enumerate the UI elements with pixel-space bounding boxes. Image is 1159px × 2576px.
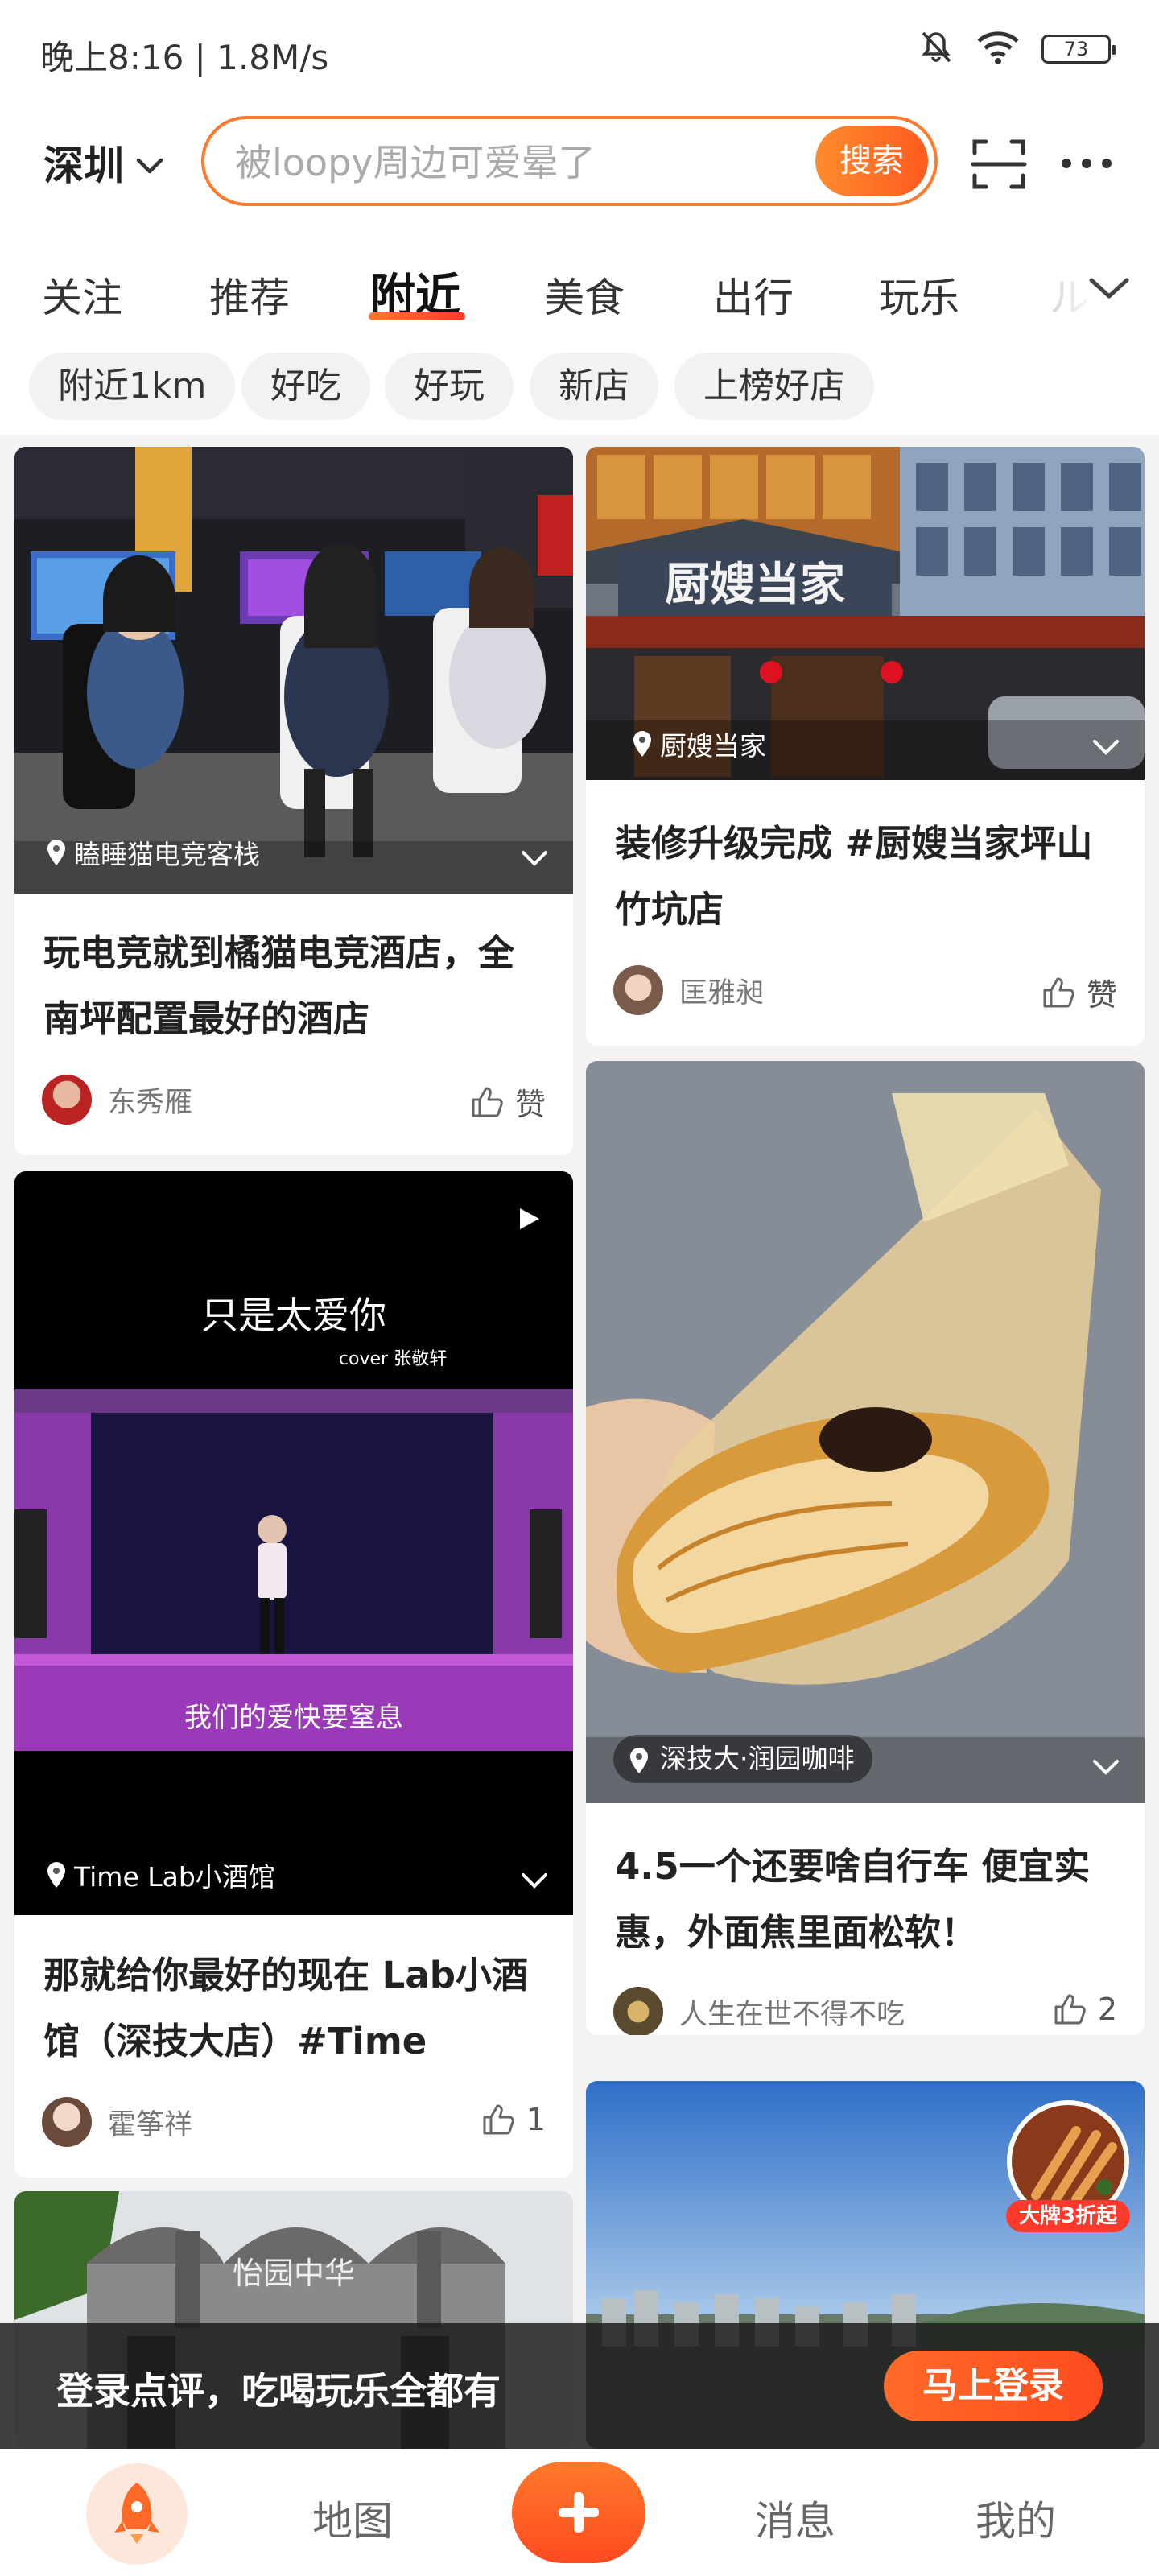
poi-label[interactable]: 瞌睡猫电竞客栈	[47, 833, 260, 872]
tab-fun[interactable]: 玩乐	[879, 266, 959, 324]
like-button[interactable]: 赞	[470, 1080, 546, 1124]
tab-food[interactable]: 美食	[544, 266, 625, 324]
location-pin-icon	[47, 840, 65, 865]
poi-name: 深技大·润园咖啡	[660, 1743, 855, 1774]
avatar	[613, 965, 663, 1015]
more-icon[interactable]	[1058, 135, 1115, 195]
card-title[interactable]: 那就给你最好的现在 Lab小酒馆（深技大店）#Time	[43, 1942, 549, 2074]
poi-name: 厨嫂当家	[660, 730, 766, 762]
feed-card-timelab[interactable]: 只是太爱你 cover 张敬轩 我们的爱快要窒息 Time Lab小酒馆 那就给…	[14, 1171, 573, 2178]
location-pin-icon	[630, 1748, 648, 1773]
card-author[interactable]: 人生在世不得不吃	[613, 1987, 905, 2035]
location-pin-icon	[633, 731, 651, 757]
card-image	[14, 447, 573, 894]
scan-icon[interactable]	[970, 135, 1028, 196]
chevron-down-icon[interactable]	[520, 849, 549, 870]
battery-icon: 73	[1041, 35, 1116, 64]
author-name: 人生在世不得不吃	[679, 1998, 905, 2031]
nav-map[interactable]: 地图	[312, 2489, 393, 2547]
filter-chip-fun[interactable]: 好玩	[385, 353, 514, 420]
like-count: 1	[526, 2102, 546, 2137]
poi-label[interactable]: Time Lab小酒馆	[47, 1856, 275, 1894]
tab-follow[interactable]: 关注	[42, 266, 122, 324]
play-icon[interactable]	[517, 1207, 541, 1234]
poi-label[interactable]: 厨嫂当家	[633, 724, 766, 763]
search-bar: 搜索	[201, 116, 938, 206]
like-button[interactable]: 1	[481, 2102, 546, 2137]
chevron-down-icon	[135, 139, 164, 186]
like-button[interactable]: 2	[1053, 1992, 1117, 2027]
author-name: 匡雅昶	[679, 976, 765, 1009]
tab-travel[interactable]: 出行	[713, 266, 794, 324]
expand-tabs-icon[interactable]	[1087, 272, 1132, 308]
card-image: 只是太爱你 cover 张敬轩 我们的爱快要窒息	[14, 1171, 573, 1915]
avatar	[613, 1987, 663, 2035]
card-title[interactable]: 装修升级完成 #厨嫂当家坪山竹坑店	[615, 811, 1120, 943]
thumb-up-icon	[483, 2104, 514, 2135]
active-tab-indicator	[369, 312, 465, 320]
location-pin-icon	[47, 1862, 65, 1888]
mute-bell-icon	[918, 29, 955, 69]
thumb-up-icon	[1054, 1994, 1086, 2025]
header-area: 晚上8:16 | 1.8M/s 73 深圳 搜索 关注 推荐 附近 美食 出行 …	[0, 0, 1159, 435]
city-selector[interactable]: 深圳	[43, 134, 164, 192]
video-lyric-bottom: 我们的爱快要窒息	[184, 1702, 403, 1734]
thumb-up-icon	[1043, 977, 1074, 1007]
promo-badge[interactable]: 大牌3折起	[1000, 2099, 1136, 2235]
avatar	[42, 2097, 92, 2147]
chevron-down-icon[interactable]	[1091, 738, 1120, 759]
poi-label[interactable]: 深技大·润园咖啡	[613, 1735, 872, 1783]
card-author[interactable]: 匡雅昶	[613, 965, 764, 1015]
bottom-nav: 地图 消息 我的	[0, 2449, 1159, 2576]
video-lyric-top: 只是太爱你	[201, 1294, 386, 1337]
like-count: 赞	[514, 1087, 546, 1122]
filter-chip-tasty[interactable]: 好吃	[241, 353, 370, 420]
rocket-icon	[114, 2483, 159, 2544]
nav-publish-button[interactable]	[512, 2462, 645, 2563]
filter-chip-new-store[interactable]: 新店	[530, 353, 658, 420]
author-name: 东秀雁	[108, 1086, 193, 1119]
nav-home[interactable]	[86, 2463, 188, 2565]
thumb-up-icon	[472, 1087, 503, 1117]
poi-name: Time Lab小酒馆	[74, 1861, 275, 1893]
sign-text: 厨嫂当家	[665, 559, 845, 611]
plus-icon	[559, 2492, 599, 2533]
filter-chip-nearby-1km[interactable]: 附近1km	[29, 353, 236, 420]
like-button[interactable]: 赞	[1041, 970, 1117, 1014]
filter-chip-top-ranked[interactable]: 上榜好店	[674, 353, 874, 420]
card-title[interactable]: 玩电竞就到橘猫电竞酒店，全南坪配置最好的酒店	[43, 920, 549, 1052]
building-sign-text: 怡园中华	[233, 2256, 355, 2291]
avatar	[42, 1075, 92, 1125]
status-icons: 73	[918, 29, 1116, 69]
like-count: 2	[1097, 1992, 1117, 2027]
feed-card-restaurant[interactable]: 厨嫂当家 厨嫂当家 装修升级完成 #厨嫂当家坪山竹坑店 匡雅昶 赞	[586, 447, 1145, 1046]
feed-card-pastry[interactable]: 深技大·润园咖啡 4.5一个还要啥自行车 便宜实惠，外面焦里面松软！ 人生在世不…	[586, 1061, 1145, 2035]
feed-card-esports[interactable]: 瞌睡猫电竞客栈 玩电竞就到橘猫电竞酒店，全南坪配置最好的酒店 东秀雁 赞	[14, 447, 573, 1155]
login-prompt: 登录点评，吃喝玩乐全都有	[56, 2369, 501, 2413]
card-image	[586, 1061, 1145, 1803]
like-count: 赞	[1086, 977, 1117, 1013]
status-time: 晚上8:16 | 1.8M/s	[40, 38, 329, 77]
login-banner: 登录点评，吃喝玩乐全都有 马上登录	[0, 2323, 1159, 2449]
tab-recommend[interactable]: 推荐	[209, 266, 290, 324]
card-author[interactable]: 东秀雁	[42, 1075, 192, 1125]
video-lyric-sub: cover 张敬轩	[339, 1349, 447, 1369]
login-button[interactable]: 马上登录	[884, 2351, 1103, 2421]
author-name: 霍筝祥	[108, 2108, 193, 2141]
nav-mine[interactable]: 我的	[975, 2489, 1056, 2547]
search-button[interactable]: 搜索	[815, 126, 928, 196]
poi-name: 瞌睡猫电竞客栈	[74, 839, 260, 870]
chevron-down-icon[interactable]	[1091, 1758, 1120, 1779]
nav-messages[interactable]: 消息	[755, 2489, 835, 2547]
city-label: 深圳	[43, 142, 124, 189]
chevron-down-icon[interactable]	[520, 1872, 549, 1893]
search-input[interactable]	[235, 140, 758, 185]
wifi-icon	[975, 30, 1021, 68]
promo-text: 大牌3折起	[1006, 2200, 1130, 2232]
card-author[interactable]: 霍筝祥	[42, 2097, 192, 2147]
card-title[interactable]: 4.5一个还要啥自行车 便宜实惠，外面焦里面松软！	[615, 1834, 1120, 1966]
